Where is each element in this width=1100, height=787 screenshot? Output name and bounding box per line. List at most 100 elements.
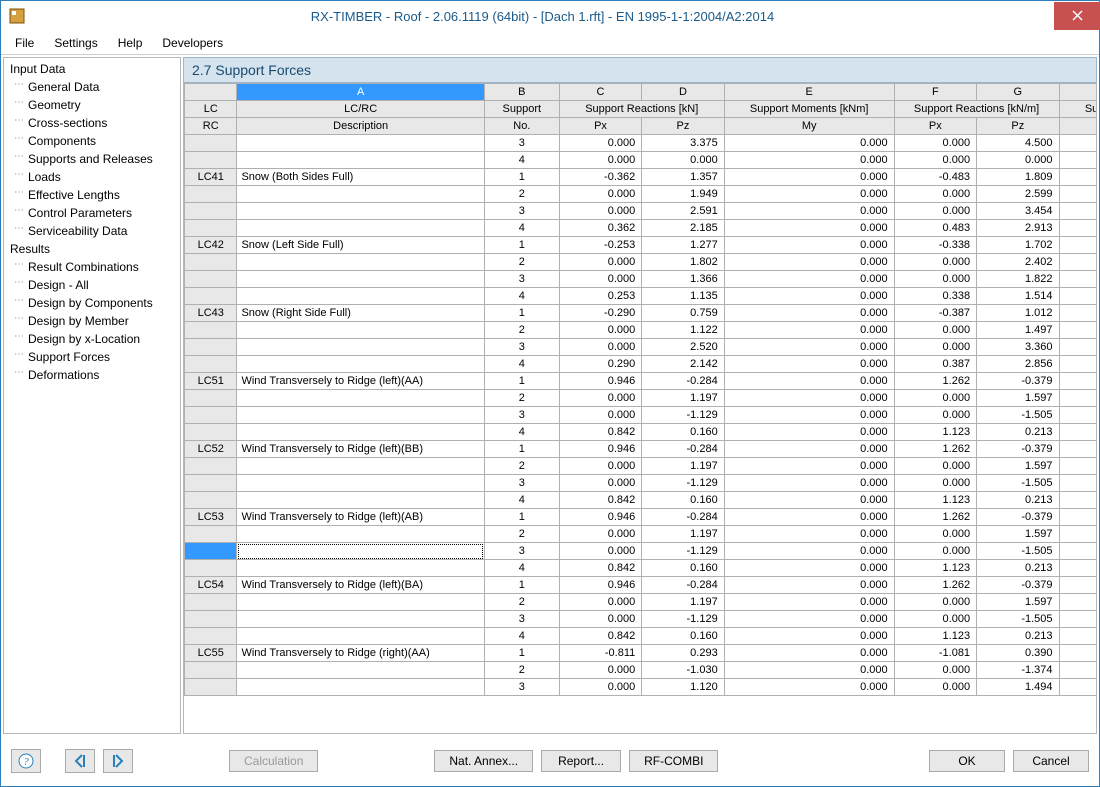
cell-px[interactable]: 0.000 <box>559 254 641 271</box>
cell-description[interactable] <box>237 407 484 424</box>
cell-px[interactable]: 0.842 <box>559 492 641 509</box>
cell-pz[interactable]: 2.142 <box>642 356 724 373</box>
cell-pz[interactable]: 1.197 <box>642 594 724 611</box>
table-row[interactable]: LC41Snow (Both Sides Full)1-0.3621.3570.… <box>185 169 1098 186</box>
cell-description[interactable]: Wind Transversely to Ridge (left)(BB) <box>237 441 484 458</box>
cell-pz[interactable]: 2.185 <box>642 220 724 237</box>
cell-pzm[interactable]: 0.213 <box>977 628 1059 645</box>
table-row[interactable]: 40.2531.1350.0000.3381.5140.000 <box>185 288 1098 305</box>
row-header[interactable] <box>185 679 237 696</box>
nav-item-result-combinations[interactable]: Result Combinations <box>4 258 180 276</box>
cell-description[interactable] <box>237 220 484 237</box>
cell-pz[interactable]: 0.759 <box>642 305 724 322</box>
cell-my[interactable]: 0.000 <box>724 662 894 679</box>
table-row[interactable]: 20.0001.1220.0000.0001.4970.000 <box>185 322 1098 339</box>
cell-pz[interactable]: 1.197 <box>642 390 724 407</box>
col-C[interactable]: C <box>559 84 641 101</box>
cell-px[interactable]: 0.290 <box>559 356 641 373</box>
cell-my[interactable]: 0.000 <box>724 611 894 628</box>
col-H[interactable]: H <box>1059 84 1097 101</box>
cell-mym[interactable]: 0.000 <box>1059 526 1097 543</box>
row-header[interactable]: LC41 <box>185 169 237 186</box>
cell-description[interactable] <box>237 254 484 271</box>
cell-pxm[interactable]: 0.000 <box>894 339 976 356</box>
cell-pxm[interactable]: 0.000 <box>894 271 976 288</box>
cancel-button[interactable]: Cancel <box>1013 750 1089 772</box>
cell-mym[interactable]: 0.000 <box>1059 339 1097 356</box>
cell-pxm[interactable]: 0.000 <box>894 526 976 543</box>
cell-mym[interactable]: 0.000 <box>1059 135 1097 152</box>
cell-my[interactable]: 0.000 <box>724 152 894 169</box>
cell-pzm[interactable]: 0.213 <box>977 492 1059 509</box>
table-row[interactable]: 40.2902.1420.0000.3872.8560.000 <box>185 356 1098 373</box>
menu-settings[interactable]: Settings <box>44 33 107 53</box>
cell-description[interactable] <box>237 594 484 611</box>
table-row[interactable]: LC55Wind Transversely to Ridge (right)(A… <box>185 645 1098 662</box>
cell-pzm[interactable]: 1.822 <box>977 271 1059 288</box>
cell-pzm[interactable]: 1.597 <box>977 526 1059 543</box>
cell-pxm[interactable]: -0.338 <box>894 237 976 254</box>
cell-mym[interactable]: 0.000 <box>1059 662 1097 679</box>
cell-my[interactable]: 0.000 <box>724 356 894 373</box>
cell-mym[interactable]: 0.000 <box>1059 407 1097 424</box>
cell-pzm[interactable]: -1.505 <box>977 611 1059 628</box>
cell-pxm[interactable]: 1.262 <box>894 509 976 526</box>
cell-mym[interactable]: 0.000 <box>1059 271 1097 288</box>
nav-item-support-forces[interactable]: Support Forces <box>4 348 180 366</box>
cell-mym[interactable]: 0.000 <box>1059 611 1097 628</box>
row-header[interactable] <box>185 458 237 475</box>
cell-s[interactable]: 4 <box>484 492 559 509</box>
cell-pxm[interactable]: 0.000 <box>894 662 976 679</box>
row-header[interactable] <box>185 492 237 509</box>
cell-description[interactable]: Wind Transversely to Ridge (right)(AA) <box>237 645 484 662</box>
cell-px[interactable]: 0.000 <box>559 390 641 407</box>
cell-px[interactable]: -0.290 <box>559 305 641 322</box>
cell-description[interactable] <box>237 492 484 509</box>
ok-button[interactable]: OK <box>929 750 1005 772</box>
help-button[interactable]: ? <box>11 749 41 773</box>
cell-mym[interactable]: 0.000 <box>1059 492 1097 509</box>
cell-my[interactable]: 0.000 <box>724 577 894 594</box>
cell-pz[interactable]: 1.366 <box>642 271 724 288</box>
cell-px[interactable]: 0.842 <box>559 628 641 645</box>
cell-pzm[interactable]: 2.599 <box>977 186 1059 203</box>
cell-px[interactable]: 0.362 <box>559 220 641 237</box>
table-row[interactable]: 20.0001.8020.0000.0002.4020.000 <box>185 254 1098 271</box>
cell-pxm[interactable]: 1.123 <box>894 560 976 577</box>
row-header[interactable] <box>185 424 237 441</box>
cell-pzm[interactable]: -1.505 <box>977 543 1059 560</box>
cell-px[interactable]: 0.000 <box>559 594 641 611</box>
cell-s[interactable]: 2 <box>484 186 559 203</box>
cell-mym[interactable]: 0.000 <box>1059 645 1097 662</box>
table-row[interactable]: 40.3622.1850.0000.4832.9130.000 <box>185 220 1098 237</box>
cell-my[interactable]: 0.000 <box>724 254 894 271</box>
cell-s[interactable]: 3 <box>484 407 559 424</box>
table-wrap[interactable]: A B C D E F G H LC LC/RC Support <box>183 83 1097 734</box>
cell-mym[interactable]: 0.000 <box>1059 186 1097 203</box>
table-row[interactable]: 40.8420.1600.0001.1230.2130.000 <box>185 628 1098 645</box>
cell-pz[interactable]: 2.591 <box>642 203 724 220</box>
cell-pxm[interactable]: 0.483 <box>894 220 976 237</box>
cell-px[interactable]: 0.000 <box>559 526 641 543</box>
support-forces-table[interactable]: A B C D E F G H LC LC/RC Support <box>184 83 1097 696</box>
cell-mym[interactable]: 0.000 <box>1059 509 1097 526</box>
cell-pzm[interactable]: 3.360 <box>977 339 1059 356</box>
table-row[interactable]: LC51Wind Transversely to Ridge (left)(AA… <box>185 373 1098 390</box>
cell-mym[interactable]: 0.000 <box>1059 543 1097 560</box>
nav-item-components[interactable]: Components <box>4 132 180 150</box>
cell-my[interactable]: 0.000 <box>724 288 894 305</box>
cell-description[interactable] <box>237 339 484 356</box>
table-row[interactable]: LC54Wind Transversely to Ridge (left)(BA… <box>185 577 1098 594</box>
cell-description[interactable] <box>237 356 484 373</box>
table-row[interactable]: 30.000-1.1290.0000.000-1.5050.000 <box>185 475 1098 492</box>
nav-item-design-by-components[interactable]: Design by Components <box>4 294 180 312</box>
cell-pzm[interactable]: -1.505 <box>977 475 1059 492</box>
row-header[interactable]: LC52 <box>185 441 237 458</box>
cell-my[interactable]: 0.000 <box>724 458 894 475</box>
cell-my[interactable]: 0.000 <box>724 628 894 645</box>
cell-s[interactable]: 4 <box>484 356 559 373</box>
cell-mym[interactable]: 0.000 <box>1059 441 1097 458</box>
nav-group-input[interactable]: Input Data <box>4 60 180 78</box>
cell-pz[interactable]: 1.197 <box>642 526 724 543</box>
row-header[interactable] <box>185 203 237 220</box>
